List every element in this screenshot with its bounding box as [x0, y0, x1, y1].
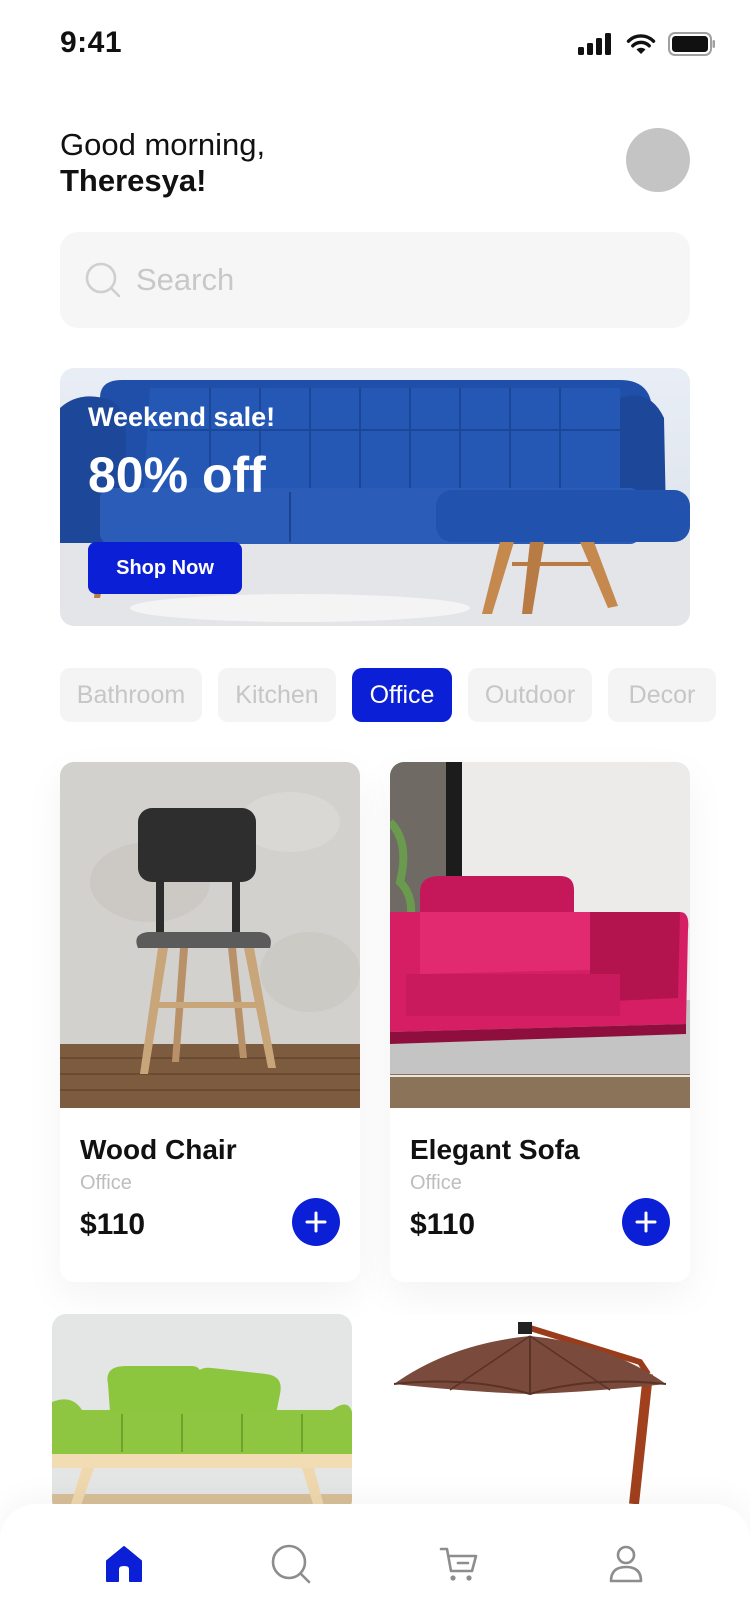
search-icon [271, 1544, 311, 1584]
wifi-icon [626, 34, 656, 54]
search-input[interactable] [134, 261, 658, 299]
product-card[interactable]: Elegant Sofa Office $110 [390, 762, 690, 1282]
nav-search[interactable] [251, 1524, 331, 1604]
patio-umbrella-image[interactable] [390, 1314, 690, 1504]
search-icon [85, 262, 121, 298]
chip-outdoor[interactable]: Outdoor [468, 668, 592, 722]
chip-bathroom[interactable]: Bathroom [60, 668, 202, 722]
plus-icon [635, 1211, 657, 1233]
product-card[interactable]: Wood Chair Office $110 [60, 762, 360, 1282]
chip-decor[interactable]: Decor [608, 668, 716, 722]
product-category: Office [80, 1172, 132, 1194]
banner-headline: 80% off [88, 447, 266, 503]
product-price: $110 [410, 1208, 476, 1241]
chip-office[interactable]: Office [352, 668, 452, 722]
nav-home[interactable] [84, 1524, 164, 1604]
product-price: $110 [80, 1208, 146, 1241]
product-name: Elegant Sofa [410, 1134, 580, 1165]
add-to-cart-button[interactable] [622, 1198, 670, 1246]
status-time: 9:41 [60, 26, 123, 59]
status-icons [578, 32, 716, 56]
battery-icon [668, 32, 715, 56]
banner-title: Weekend sale! [88, 402, 276, 432]
chip-kitchen[interactable]: Kitchen [218, 668, 336, 722]
add-to-cart-button[interactable] [292, 1198, 340, 1246]
avatar[interactable] [626, 128, 690, 192]
elegant-sofa-image [390, 762, 690, 1108]
greeting-name: Theresya! [60, 163, 207, 198]
greeting-text: Good morning, [60, 127, 266, 162]
green-sofa-image[interactable] [52, 1314, 352, 1514]
product-category: Office [410, 1172, 462, 1194]
plus-icon [305, 1211, 327, 1233]
shop-now-button[interactable]: Shop Now [88, 542, 242, 594]
nav-profile[interactable] [586, 1524, 666, 1604]
category-chips: Bathroom Kitchen Office Outdoor Decor [60, 668, 716, 722]
nav-cart[interactable] [419, 1524, 499, 1604]
product-name: Wood Chair [80, 1134, 237, 1165]
search-bar[interactable] [60, 232, 690, 328]
profile-icon [609, 1545, 643, 1583]
sale-banner[interactable]: Weekend sale! 80% off Shop Now [60, 368, 690, 626]
home-icon [105, 1546, 142, 1582]
cart-icon [439, 1547, 478, 1581]
bottom-navigation [0, 1504, 750, 1624]
signal-icon [578, 33, 611, 55]
wood-chair-image [60, 762, 360, 1108]
